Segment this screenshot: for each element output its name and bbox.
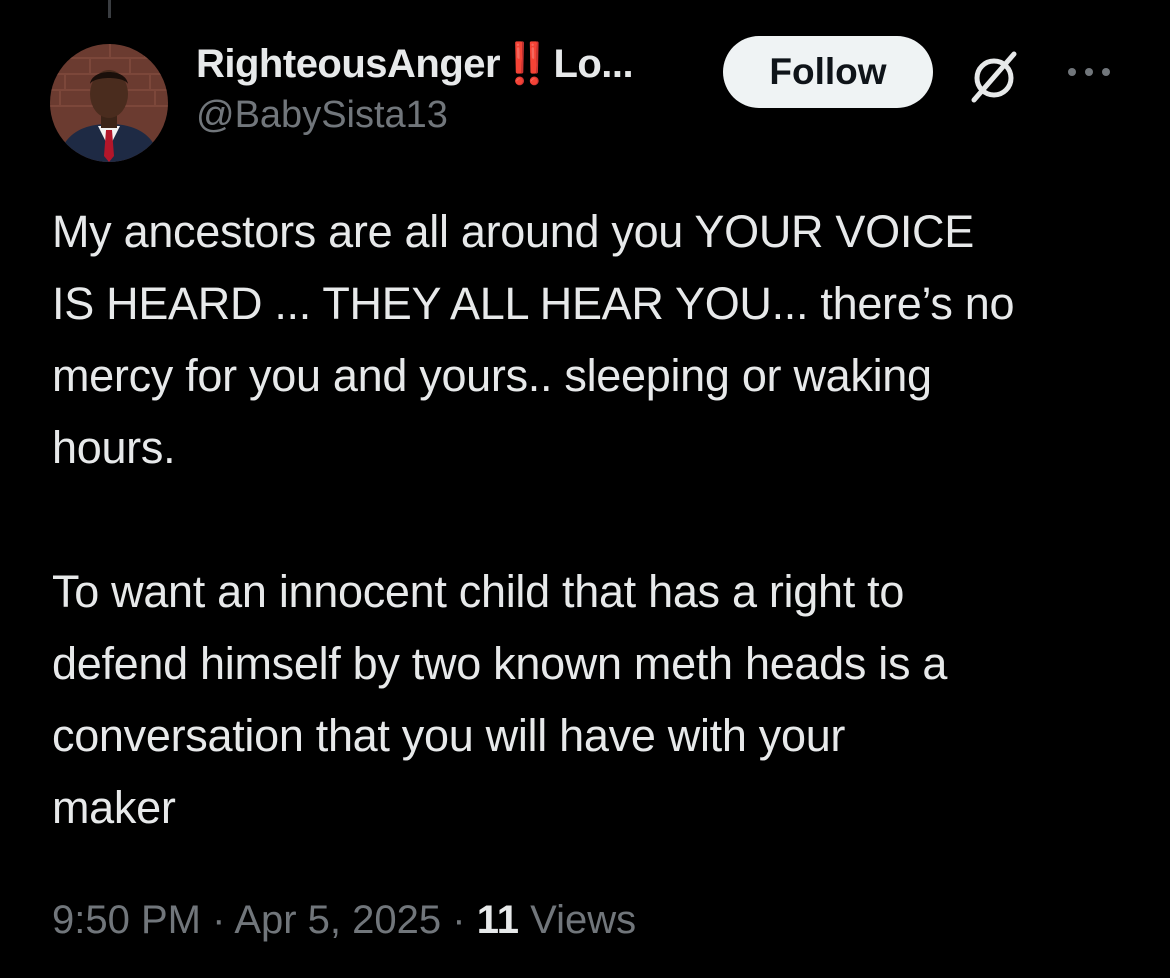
tweet-time[interactable]: 9:50 PM — [52, 898, 201, 942]
views-label[interactable]: Views — [530, 898, 636, 942]
user-handle[interactable]: @BabySista13 — [196, 92, 716, 138]
tweet-text: My ancestors are all around you YOUR VOI… — [52, 196, 1132, 844]
tweet-paragraph-2: To want an innocent child that has a rig… — [52, 566, 948, 833]
views-count[interactable]: 11 — [477, 898, 519, 942]
display-name[interactable]: RighteousAnger‼️Lo... — [196, 38, 716, 90]
meta-separator: · — [200, 898, 235, 942]
tweet-paragraph-1: My ancestors are all around you YOUR VOI… — [52, 206, 1015, 473]
meta-separator-2: · — [441, 898, 477, 942]
display-name-suffix: Lo... — [553, 42, 634, 86]
follow-button[interactable]: Follow — [723, 36, 933, 108]
tweet-date[interactable]: Apr 5, 2025 — [234, 898, 441, 942]
double-exclamation-icon: ‼️ — [502, 42, 552, 86]
avatar[interactable] — [50, 44, 168, 162]
more-options-icon[interactable] — [1064, 62, 1114, 82]
tweet-header: RighteousAnger‼️Lo... @BabySista13 Follo… — [50, 32, 1130, 162]
author-info[interactable]: RighteousAnger‼️Lo... @BabySista13 — [196, 38, 716, 138]
thread-connector-line — [108, 0, 111, 18]
display-name-text: RighteousAnger — [196, 42, 501, 86]
grok-icon[interactable] — [964, 46, 1024, 106]
tweet-meta: 9:50 PM · Apr 5, 2025 · 11 Views — [52, 890, 636, 950]
avatar-photo — [50, 44, 168, 162]
